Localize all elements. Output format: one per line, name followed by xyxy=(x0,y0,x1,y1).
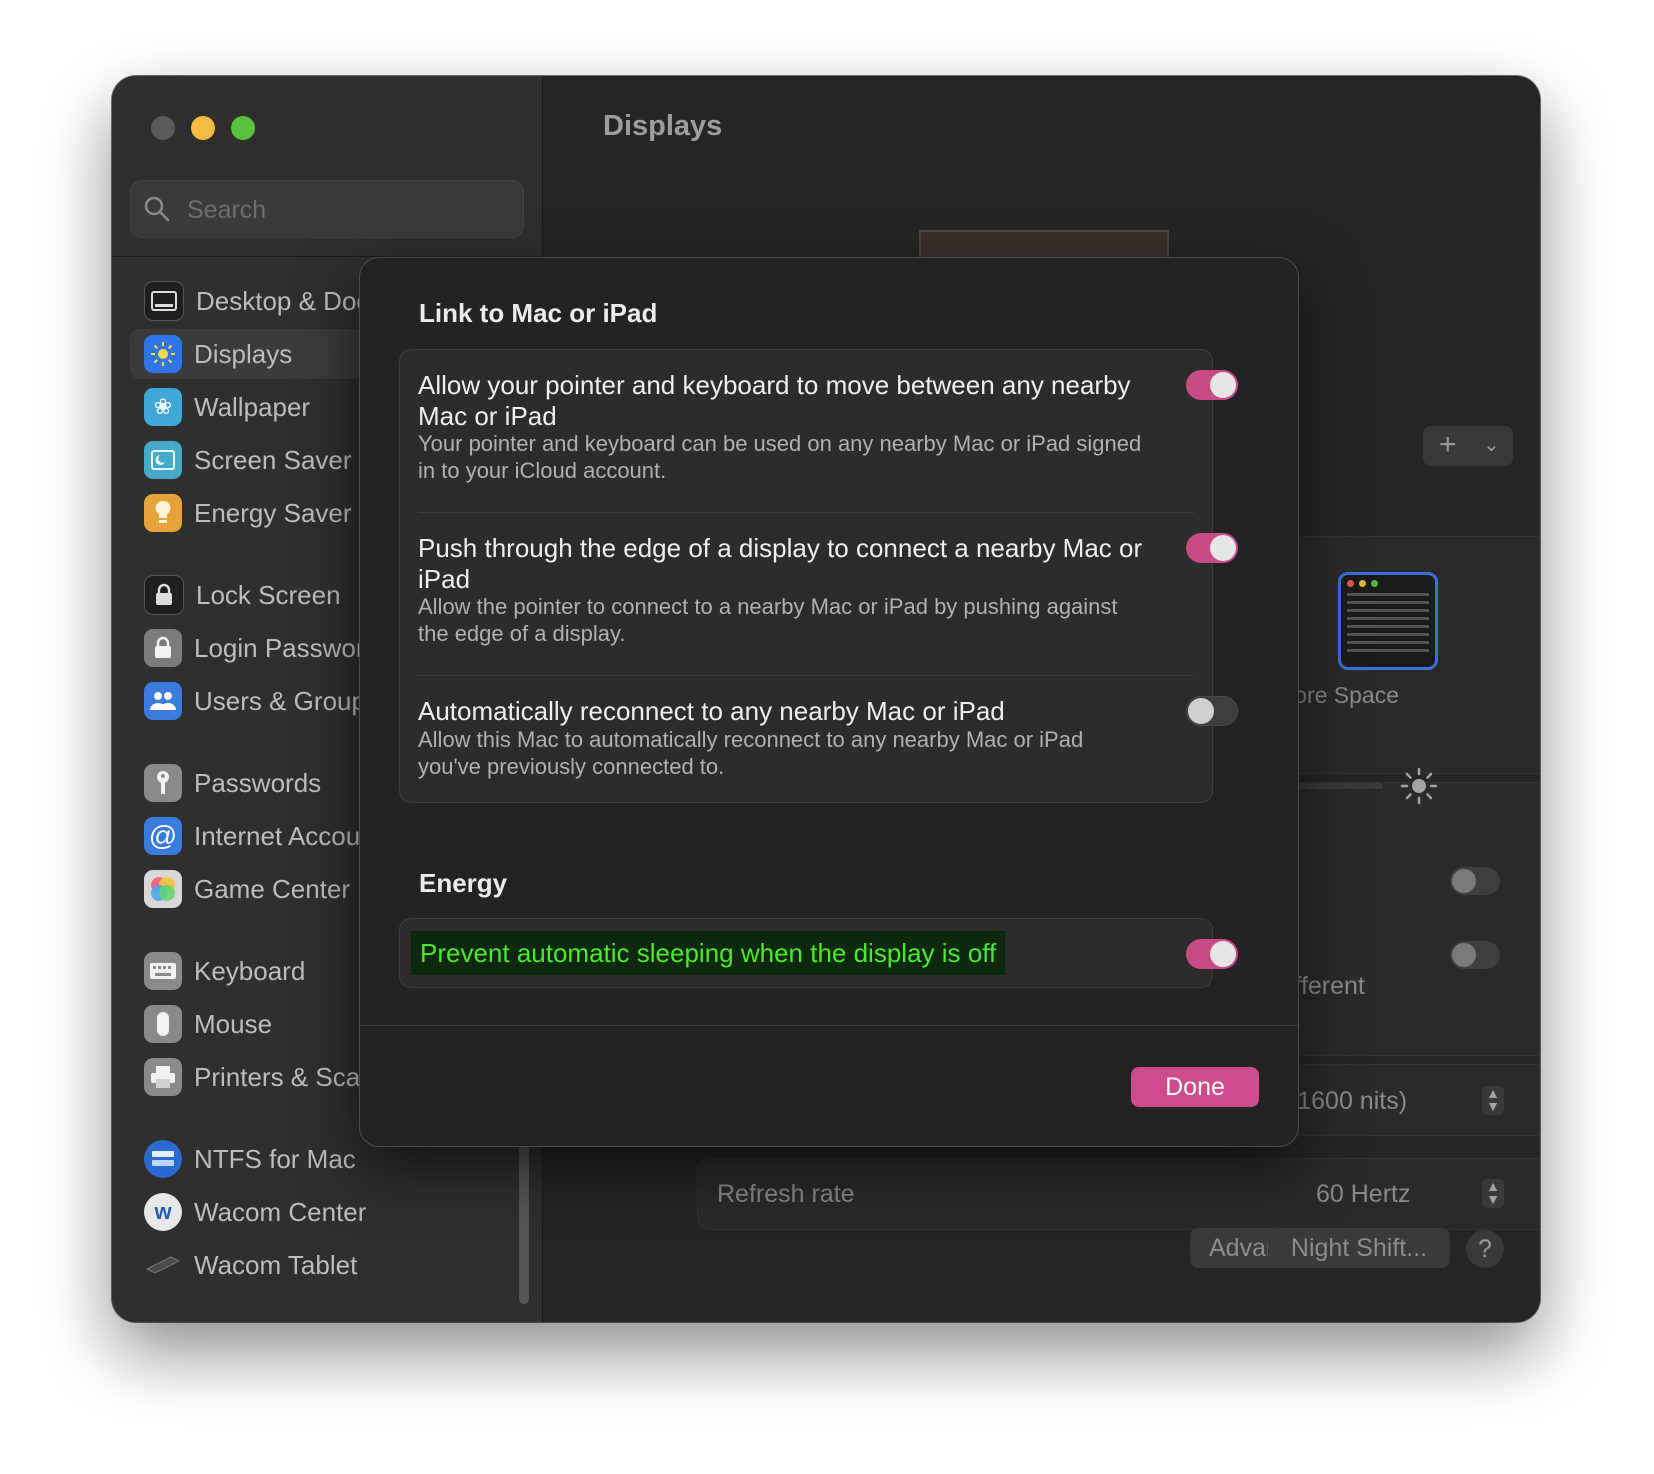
true-tone-toggle[interactable] xyxy=(1450,941,1500,969)
row-divider xyxy=(418,675,1194,676)
plus-icon: + xyxy=(1439,428,1457,461)
add-display-button[interactable]: + ⌄ xyxy=(1423,426,1513,466)
pointer-keyboard-toggle[interactable] xyxy=(1186,370,1238,400)
passwords-icon xyxy=(144,764,182,802)
sidebar-item-label: Game Center xyxy=(194,873,351,904)
dialog-footer-divider xyxy=(360,1025,1298,1026)
link-options-card: Allow your pointer and keyboard to move … xyxy=(399,349,1238,803)
prevent-sleep-toggle[interactable] xyxy=(1186,939,1238,969)
game-center-icon xyxy=(144,870,182,908)
search-field[interactable] xyxy=(130,180,524,238)
section-title-energy: Energy xyxy=(419,868,508,898)
row-desc-auto-reconnect: Allow this Mac to automatically reconnec… xyxy=(418,727,1084,779)
section-title-link: Link to Mac or iPad xyxy=(419,298,658,328)
screen-saver-icon xyxy=(144,441,182,479)
sidebar-item-label: Desktop & Dock xyxy=(196,285,383,316)
sidebar-item-label: Energy Saver xyxy=(194,497,352,528)
refresh-rate-label: Refresh rate xyxy=(717,1180,855,1208)
toggle-knob xyxy=(1210,941,1236,967)
sidebar-item-wacom-center[interactable]: w Wacom Center xyxy=(130,1187,522,1237)
row-desc-push-through: Allow the pointer to connect to a nearby… xyxy=(418,594,1118,646)
printers-icon xyxy=(144,1058,182,1096)
ntfs-icon xyxy=(144,1140,182,1178)
sidebar-item-label: NTFS for Mac xyxy=(194,1143,356,1174)
mouse-icon xyxy=(144,1005,182,1043)
wallpaper-icon: ❀ xyxy=(144,388,182,426)
wacom-center-icon: w xyxy=(144,1193,182,1231)
sidebar-item-label: Displays xyxy=(194,338,293,369)
window-dots-icon xyxy=(1347,580,1378,587)
sidebar-scrollbar[interactable] xyxy=(519,1144,529,1304)
sidebar-item-wacom-tablet[interactable]: Wacom Tablet xyxy=(130,1240,522,1290)
page-title: Displays xyxy=(603,110,723,142)
more-space-option[interactable] xyxy=(1338,572,1438,670)
lock-screen-icon xyxy=(144,575,184,615)
users-groups-icon xyxy=(144,682,182,720)
displays-icon xyxy=(144,335,182,373)
energy-card: Prevent automatic sleeping when the disp… xyxy=(399,918,1238,988)
preset-stepper[interactable]: ▲ ▼ xyxy=(1482,1086,1504,1115)
sidebar-item-label: Keyboard xyxy=(194,955,306,986)
login-password-icon xyxy=(144,629,182,667)
sidebar-item-label: Screen Saver xyxy=(194,444,352,475)
row-title-push-through: Push through the edge of a display to co… xyxy=(418,533,1143,594)
desktop-dock-icon xyxy=(144,281,184,321)
sidebar-item-label: Wallpaper xyxy=(194,391,311,422)
internet-accounts-icon: @ xyxy=(144,817,182,855)
toggle-knob xyxy=(1210,535,1236,561)
sidebar-item-label: Wacom Tablet xyxy=(194,1249,358,1280)
search-input[interactable] xyxy=(185,191,509,229)
push-through-toggle[interactable] xyxy=(1186,533,1238,563)
night-shift-button[interactable]: Night Shift... xyxy=(1268,1228,1450,1268)
toggle-knob xyxy=(1188,698,1214,724)
sidebar-item-label: Users & Groups xyxy=(194,685,379,716)
auto-reconnect-toggle[interactable] xyxy=(1186,696,1238,726)
row-title-auto-reconnect: Automatically reconnect to any nearby Ma… xyxy=(418,696,1005,726)
auto-brightness-toggle[interactable] xyxy=(1450,867,1500,895)
close-window-button[interactable] xyxy=(151,116,175,140)
sidebar-item-label: Lock Screen xyxy=(196,579,341,610)
chevron-down-icon: ⌄ xyxy=(1483,434,1500,456)
done-button[interactable]: Done xyxy=(1131,1067,1259,1107)
sidebar-item-label: Passwords xyxy=(194,767,322,798)
refresh-rate-stepper[interactable]: ▲ ▼ xyxy=(1482,1179,1504,1208)
toggle-knob xyxy=(1210,372,1236,398)
prevent-sleep-label: Prevent automatic sleeping when the disp… xyxy=(411,931,1006,975)
refresh-rate-value: 60 Hertz xyxy=(1316,1180,1411,1208)
search-icon xyxy=(144,196,170,222)
keyboard-icon xyxy=(144,952,182,990)
text-lines-icon xyxy=(1347,593,1429,657)
maximize-window-button[interactable] xyxy=(231,116,255,140)
sun-icon xyxy=(1400,767,1438,805)
link-to-mac-dialog: Link to Mac or iPad Allow your pointer a… xyxy=(359,257,1299,1147)
wacom-tablet-icon xyxy=(144,1246,182,1284)
minimize-window-button[interactable] xyxy=(191,116,215,140)
row-desc-pointer-keyboard: Your pointer and keyboard can be used on… xyxy=(418,431,1142,483)
help-button[interactable]: ? xyxy=(1466,1230,1504,1268)
energy-saver-icon xyxy=(144,494,182,532)
row-title-pointer-keyboard: Allow your pointer and keyboard to move … xyxy=(418,370,1131,431)
row-divider xyxy=(418,512,1194,513)
sidebar-item-label: Mouse xyxy=(194,1008,273,1039)
sidebar-item-label: Login Password xyxy=(194,632,379,663)
sidebar-item-label: Wacom Center xyxy=(194,1196,367,1227)
